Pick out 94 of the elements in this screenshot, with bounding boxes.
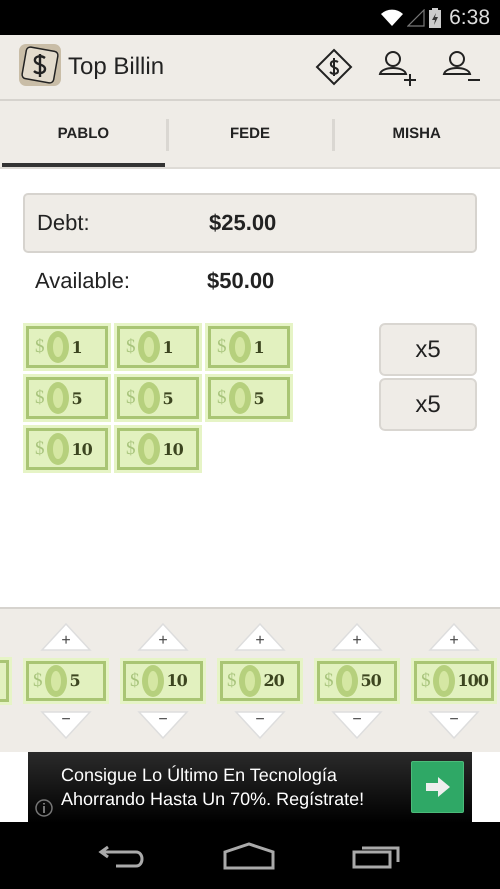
tab[interactable]: PABLO [2,101,165,167]
bill[interactable]: $ 1 [114,323,202,371]
oval-icon [46,382,68,414]
oval-icon [138,331,160,363]
triangle-icon [234,710,286,740]
bill[interactable]: $ 1 [205,323,293,371]
triangle-icon [40,622,92,652]
oval-icon [46,331,68,363]
increase-button[interactable]: + [428,622,480,652]
currency-sign: $ [35,336,44,358]
home-icon[interactable] [222,842,275,870]
currency-sign: $ [33,670,42,692]
oval-icon [138,382,160,414]
bill[interactable]: $ 10 [23,425,111,473]
currency-sign: $ [324,670,334,692]
bill-value: 5 [162,388,173,408]
oval-icon [336,664,358,696]
currency-sign: $ [126,438,136,460]
bill-value: 20 [264,671,284,690]
bill[interactable]: $ 100 [411,658,497,704]
info-icon [34,798,54,818]
currency-sign: $ [126,387,136,409]
bill-value: 1 [254,338,264,356]
summary-label: Available: [35,268,131,294]
currency-sign: $ [217,387,226,409]
triangle-icon [137,622,189,652]
signal-icon [407,8,426,26]
summary-value: $50.00 [207,268,274,294]
currency-sign: $ [421,670,430,692]
bill[interactable]: $ 10 [120,658,206,704]
bill[interactable]: $ 5 [23,374,111,422]
increase-button[interactable]: + [331,622,383,652]
bill-value: 1 [72,338,82,356]
currency-sign: $ [217,336,226,358]
bill[interactable]: $ 1 [23,323,111,371]
currency-sign: $ [35,438,44,460]
tab[interactable]: FEDE [168,101,332,167]
decrease-button[interactable]: − [428,710,480,740]
battery-icon [429,8,442,28]
bill-value: 100 [458,671,488,690]
app-title: Top Billin [68,53,166,81]
summary-label: Debt: [37,210,91,236]
oval-icon [432,664,454,696]
arrow-button[interactable] [411,761,464,813]
bill[interactable]: $ 50 [314,658,400,704]
triangle-icon [428,710,480,740]
bill[interactable]: $ 5 [114,374,202,422]
bill-value: 1 [162,338,173,356]
bill[interactable]: $ 10 [114,425,202,473]
triangle-icon [331,622,383,652]
tab[interactable]: MISHA [335,101,498,167]
currency-sign: $ [227,670,236,692]
bill[interactable]: $ 5 [23,658,109,704]
triangle-icon [428,622,480,652]
clock-text: 6:38 [449,6,490,30]
oval-icon [44,664,66,696]
bill-value: 50 [360,671,381,690]
increase-button[interactable]: + [40,622,92,652]
multiplier-button[interactable]: x5 [379,323,477,376]
bill-value: 10 [72,440,92,458]
bill-value: 10 [162,440,183,458]
triangle-icon [137,710,189,740]
app-logo-icon [19,44,61,86]
bill-value: 10 [166,671,187,690]
bill-value: 5 [70,671,80,690]
decrease-button[interactable]: − [40,710,92,740]
bill[interactable]: $ 20 [217,658,303,704]
bill-value: 5 [72,388,82,408]
currency-sign: $ [130,670,140,692]
currency-sign: $ [126,336,136,358]
triangle-icon [331,710,383,740]
oval-icon [228,382,250,414]
bill-value: 5 [254,388,264,408]
oval-icon [228,331,250,363]
currency-sign: $ [35,387,44,409]
oval-icon [46,433,68,465]
increase-button[interactable]: + [234,622,286,652]
increase-button[interactable]: + [137,622,189,652]
summary-value: $25.00 [209,210,276,236]
decrease-button[interactable]: − [331,710,383,740]
oval-icon [138,433,160,465]
wifi-icon [381,8,404,26]
oval-icon [142,664,164,696]
ad-banner[interactable]: Consigue Lo Último En Tecnología Ahorrando Hasta Un 70%. Regístrate! [28,752,472,822]
ad-text: Consigue Lo Último En Tecnología Ahorrando Hasta Un 70%. Regístrate! [61,764,366,811]
triangle-icon [40,710,92,740]
decrease-button[interactable]: − [137,710,189,740]
triangle-icon [234,622,286,652]
oval-icon [238,664,260,696]
exchange-icon[interactable] [314,47,354,87]
decrease-button[interactable]: − [234,710,286,740]
bill[interactable]: $ 5 [205,374,293,422]
multiplier-button[interactable]: x5 [379,378,477,431]
arrow-icon [424,776,450,798]
